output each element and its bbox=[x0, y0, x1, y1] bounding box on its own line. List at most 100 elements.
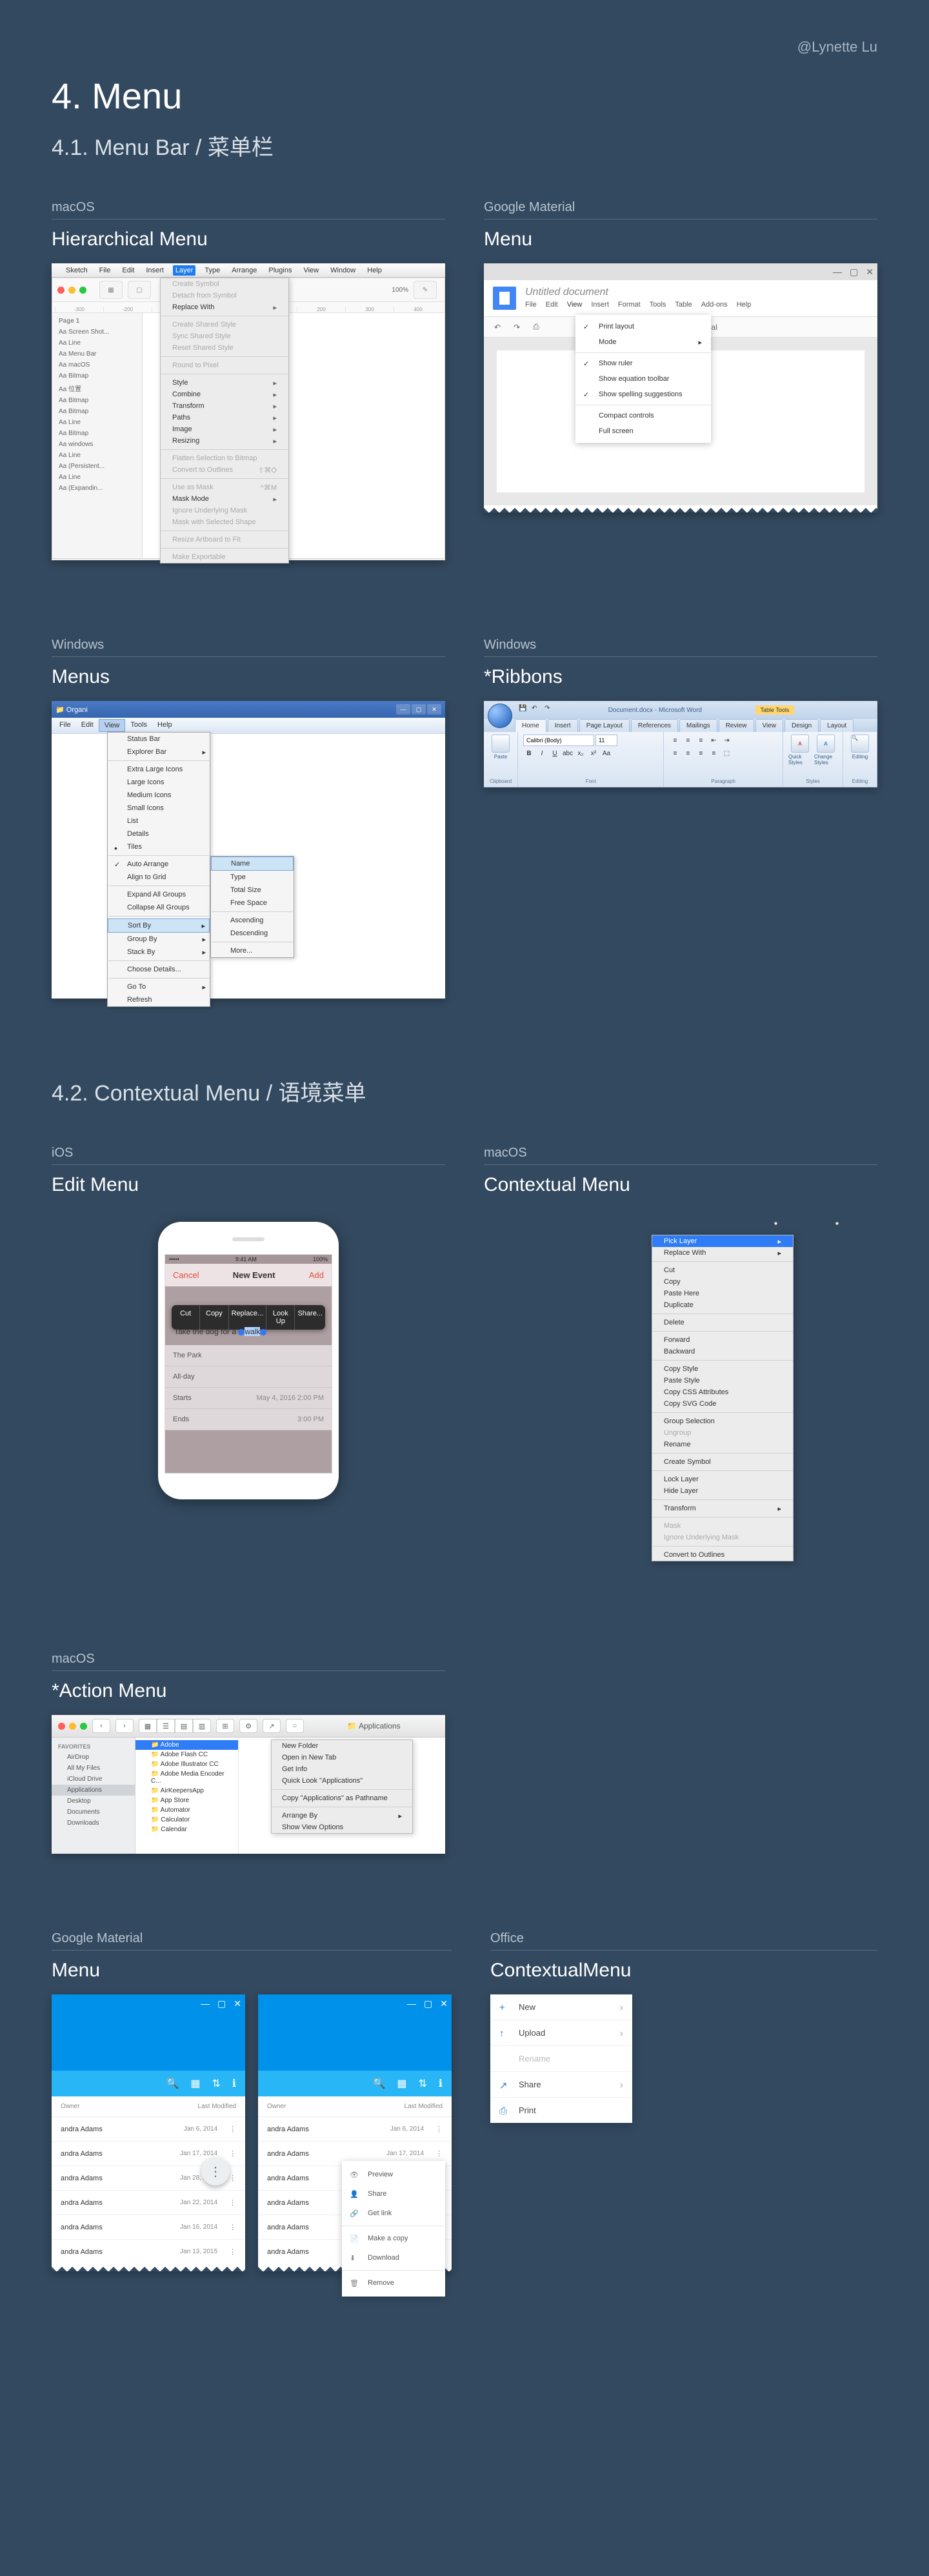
tab-layout[interactable]: Layout bbox=[820, 719, 854, 732]
submenu-item[interactable]: Ascending bbox=[211, 914, 294, 927]
menu-item[interactable]: Make Exportable bbox=[161, 551, 288, 563]
menu-item[interactable]: Details bbox=[108, 827, 210, 840]
ctx-menu-item[interactable]: Group Selection bbox=[652, 1415, 793, 1427]
menu-view[interactable]: View bbox=[567, 301, 583, 309]
form-row[interactable]: Ends3:00 PM bbox=[165, 1409, 332, 1430]
tool-edit[interactable]: ✎ bbox=[414, 281, 437, 299]
action-menu-item[interactable]: Open in New Tab bbox=[272, 1752, 412, 1763]
menu-item[interactable]: Convert to Outlines⇧⌘O bbox=[161, 464, 288, 476]
file-item[interactable]: 📁 Adobe Illustrator CC bbox=[135, 1760, 238, 1769]
menu-item[interactable]: Mask with Selected Shape bbox=[161, 516, 288, 528]
file-item[interactable]: 📁 Adobe Media Encoder C... bbox=[135, 1769, 238, 1786]
menu-item[interactable]: Stack By bbox=[108, 946, 210, 958]
layer-item[interactable]: Aa Bitmap bbox=[52, 406, 142, 417]
menubar-item-layer[interactable]: Layer bbox=[173, 265, 196, 276]
menu-item[interactable]: Group By bbox=[108, 933, 210, 946]
undo-icon[interactable]: ↶ bbox=[490, 321, 504, 333]
menubar-item-window[interactable]: Window bbox=[328, 265, 358, 276]
layers-panel[interactable]: Page 1 Aa Screen Shot...Aa LineAa Menu B… bbox=[52, 313, 143, 558]
contextual-menu[interactable]: PreviewShareGet linkMake a copyDownloadR… bbox=[342, 2161, 445, 2297]
ctx-menu-item[interactable]: Pick Layer bbox=[652, 1235, 793, 1247]
tool-ungroup[interactable]: ▢ bbox=[128, 281, 151, 299]
office-menu-item[interactable]: ⎙Print bbox=[490, 2098, 632, 2123]
office-contextual-menu[interactable]: +New↑UploadRename↗Share⎙Print bbox=[490, 1994, 632, 2123]
more-icon[interactable]: ⋮ bbox=[435, 2125, 443, 2133]
menu-item[interactable]: Print layout bbox=[575, 319, 711, 334]
menubar-item-arrange[interactable]: Arrange bbox=[229, 265, 259, 276]
menubar-item-insert[interactable]: Insert bbox=[143, 265, 166, 276]
menu-format[interactable]: Format bbox=[618, 301, 641, 309]
arrange-icon[interactable]: ⊞ bbox=[216, 1719, 234, 1733]
menu-item[interactable]: Mask Mode bbox=[161, 493, 288, 505]
action-menu-item[interactable]: Get Info bbox=[272, 1763, 412, 1775]
menu-item[interactable]: Sync Shared Style bbox=[161, 330, 288, 342]
layer-item[interactable]: Aa (Persistent... bbox=[52, 461, 142, 472]
sidebar-item[interactable]: Applications bbox=[52, 1785, 135, 1796]
menu-item[interactable]: Tiles bbox=[108, 840, 210, 853]
tab-mailings[interactable]: Mailings bbox=[679, 719, 717, 732]
paste-button[interactable]: Paste bbox=[489, 735, 512, 771]
menu-item[interactable]: Extra Large Icons bbox=[108, 763, 210, 776]
menu-item[interactable]: List bbox=[108, 815, 210, 827]
menu-item[interactable]: Small Icons bbox=[108, 802, 210, 815]
back-icon[interactable]: ‹ bbox=[92, 1719, 110, 1733]
maximize-icon[interactable]: ▢ bbox=[412, 704, 426, 715]
more-icon[interactable]: ⋮ bbox=[229, 2198, 236, 2207]
quick-access-toolbar[interactable]: 💾↶↷ bbox=[519, 705, 555, 715]
align-left-icon[interactable]: ≡ bbox=[669, 747, 681, 759]
submenu-item[interactable]: More... bbox=[211, 944, 294, 957]
ctx-menu-item[interactable]: Lock Layer bbox=[652, 1474, 793, 1485]
menu-edit[interactable]: Edit bbox=[546, 301, 558, 309]
redo-icon[interactable]: ↷ bbox=[510, 321, 524, 333]
bullets-icon[interactable]: ≡ bbox=[669, 735, 681, 746]
doc-title[interactable]: Untitled document bbox=[525, 287, 868, 298]
font-size-input[interactable] bbox=[595, 735, 617, 746]
ctx-menu-item[interactable]: Preview bbox=[342, 2165, 445, 2184]
menu-item[interactable]: Show ruler bbox=[575, 356, 711, 371]
menubar-item-help[interactable]: Help bbox=[365, 265, 385, 276]
file-item[interactable]: 📁 Calendar bbox=[135, 1825, 238, 1834]
search-icon[interactable]: 🔍 bbox=[372, 2077, 385, 2090]
italic-icon[interactable]: I bbox=[536, 747, 548, 759]
ctx-menu-item[interactable]: Share bbox=[342, 2184, 445, 2204]
menu-item[interactable]: Collapse All Groups bbox=[108, 901, 210, 914]
menu-edit[interactable]: Edit bbox=[76, 719, 99, 732]
change-styles-button[interactable]: AChange Styles bbox=[814, 735, 837, 771]
layer-item[interactable]: Aa Line bbox=[52, 417, 142, 428]
tab-insert[interactable]: Insert bbox=[548, 719, 578, 732]
more-fab[interactable]: ⋮ bbox=[201, 2157, 230, 2186]
submenu-item[interactable]: Type bbox=[211, 871, 294, 884]
selection-handle[interactable] bbox=[774, 1222, 777, 1225]
close-icon[interactable]: ✕ bbox=[427, 704, 441, 715]
ctx-menu-item[interactable]: Backward bbox=[652, 1346, 793, 1357]
menu-item[interactable]: Create Symbol bbox=[161, 278, 288, 290]
menu-insert[interactable]: Insert bbox=[591, 301, 609, 309]
ctx-menu-item[interactable]: Download bbox=[342, 2248, 445, 2267]
submenu-item[interactable]: Name bbox=[211, 857, 294, 871]
layer-menu-dropdown[interactable]: Create SymbolDetach from SymbolReplace W… bbox=[160, 278, 289, 563]
layers-page-header[interactable]: Page 1 bbox=[52, 316, 142, 327]
layer-item[interactable]: Aa Bitmap bbox=[52, 395, 142, 406]
search-icon[interactable]: 🔍 bbox=[166, 2077, 179, 2090]
sortby-submenu[interactable]: NameTypeTotal SizeFree SpaceAscendingDes… bbox=[210, 856, 294, 958]
sidebar-item[interactable]: AirDrop bbox=[52, 1752, 135, 1763]
menu-item[interactable]: Sort By bbox=[108, 918, 210, 933]
menubar-item-file[interactable]: File bbox=[97, 265, 114, 276]
tab-page layout[interactable]: Page Layout bbox=[579, 719, 630, 732]
menu-file[interactable]: File bbox=[54, 719, 76, 732]
menu-item[interactable]: Transform bbox=[161, 400, 288, 412]
menu-item[interactable]: Flatten Selection to Bitmap bbox=[161, 452, 288, 464]
tab-references[interactable]: References bbox=[631, 719, 678, 732]
more-icon[interactable]: ⋮ bbox=[229, 2125, 236, 2133]
form-row[interactable]: StartsMay 4, 2016 2:00 PM bbox=[165, 1388, 332, 1409]
ctx-menu-item[interactable]: Copy Style bbox=[652, 1363, 793, 1375]
menu-add-ons[interactable]: Add-ons bbox=[701, 301, 728, 309]
list-row[interactable]: andra AdamsJan 6, 2014⋮ bbox=[52, 2117, 245, 2142]
view-icon[interactable]: ▦ bbox=[190, 2077, 200, 2090]
minimize-icon[interactable]: — bbox=[833, 267, 842, 277]
layer-item[interactable]: Aa Bitmap bbox=[52, 370, 142, 381]
edit-menu-item[interactable]: Look Up bbox=[266, 1305, 295, 1330]
ctx-menu-item[interactable]: Ignore Underlying Mask bbox=[652, 1532, 793, 1543]
menu-item[interactable]: Large Icons bbox=[108, 776, 210, 789]
edit-menu[interactable]: CutCopyReplace...Look UpShare... bbox=[172, 1305, 325, 1330]
